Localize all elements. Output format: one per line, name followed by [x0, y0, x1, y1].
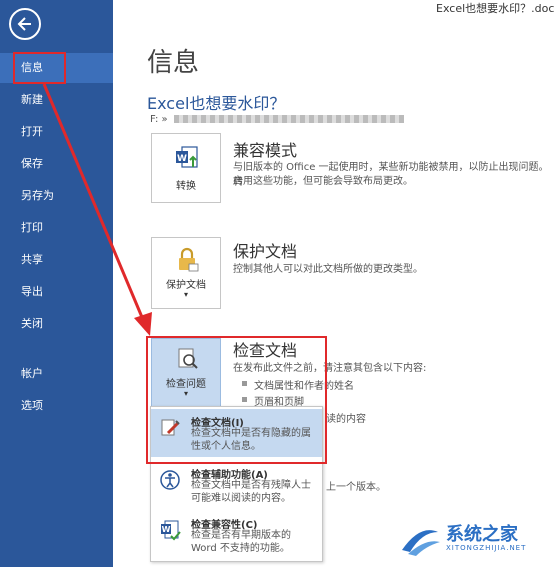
- annotation-arrow: [42, 83, 152, 336]
- watermark-text: 系统之家: [446, 524, 518, 545]
- watermark-logo: [402, 530, 440, 556]
- site-watermark: 系统之家 XITONGZHIJIA.NET: [398, 516, 552, 564]
- watermark-subtext: XITONGZHIJIA.NET: [446, 544, 527, 552]
